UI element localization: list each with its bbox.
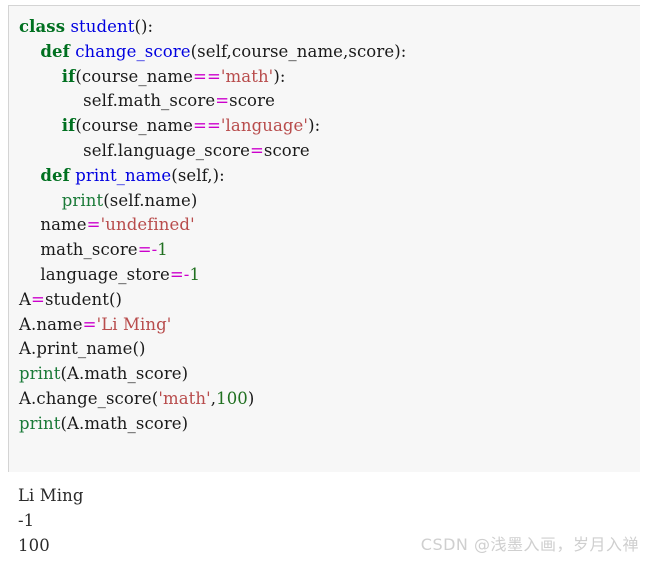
code-token-plain: (course_name: [75, 66, 194, 86]
code-token-function-name: change_score: [75, 41, 191, 61]
code-token-builtin: print: [19, 413, 61, 433]
code-line: A=student(): [19, 288, 640, 313]
code-token-operator: =-: [169, 264, 190, 284]
code-token-plain: ):: [273, 66, 286, 86]
code-line: math_score=-1: [19, 238, 640, 263]
code-token-keyword: def: [40, 165, 70, 185]
code-token-plain: name: [40, 215, 87, 235]
code-token-string: 'math': [220, 66, 274, 86]
code-line: self.math_score=score: [19, 89, 640, 114]
code-token-operator: =: [31, 289, 45, 309]
code-token-plain: ():: [134, 17, 154, 36]
code-token-number: 1: [157, 240, 168, 260]
code-token-operator: =: [215, 91, 230, 111]
code-token-number: 1: [189, 264, 201, 284]
code-token-operator: ==: [193, 116, 221, 136]
code-line: name='undefined': [19, 213, 640, 238]
code-line: class student():: [19, 15, 640, 40]
output-line: -1: [18, 510, 35, 530]
output-lines-container: Li Ming -1 100: [18, 484, 84, 558]
code-line: def change_score(self,course_name,score)…: [19, 40, 640, 65]
code-lines-container: class student(): def change_score(self,c…: [19, 15, 640, 437]
code-token-number: 100: [216, 388, 248, 408]
code-line: self.language_score=score: [19, 139, 640, 164]
code-line: print(A.math_score): [19, 362, 640, 387]
code-line: print(self.name): [19, 189, 640, 214]
code-token-plain: ): [247, 388, 255, 408]
code-token-plain: (A.math_score): [60, 413, 189, 433]
csdn-watermark: CSDN @浅墨入画，岁月入禅: [420, 535, 639, 554]
code-token-plain: ):: [308, 116, 321, 136]
code-line: A.change_score('math',100): [19, 387, 640, 412]
code-token-plain: A.print_name(): [19, 339, 146, 359]
code-token-plain: (course_name: [75, 116, 194, 136]
code-line: A.name='Li Ming': [19, 313, 640, 338]
code-token-keyword: if: [61, 116, 76, 136]
code-line: A.print_name(): [19, 337, 640, 362]
code-token-operator: =: [82, 314, 97, 334]
code-token-plain: A.name: [19, 314, 83, 334]
code-token-plain: (A.math_score): [60, 364, 189, 384]
code-token-plain: self.math_score: [83, 91, 216, 111]
code-token-operator: ==: [193, 66, 221, 86]
code-block: class student(): def change_score(self,c…: [8, 5, 640, 472]
code-line: language_store=-1: [19, 263, 640, 288]
code-token-builtin: print: [19, 364, 61, 384]
code-token-string: 'language': [220, 116, 309, 136]
code-token-plain: self.language_score: [83, 140, 250, 160]
code-token-plain: score: [263, 140, 310, 160]
code-token-string: 'Li Ming': [96, 314, 172, 334]
code-token-plain: (self,course_name,score):: [190, 41, 407, 61]
code-token-keyword: if: [61, 66, 76, 86]
code-token-plain: (self,):: [171, 165, 225, 185]
code-token-function-name: student: [70, 17, 135, 36]
code-token-plain: A.change_score(: [19, 388, 159, 408]
code-token-string: 'undefined': [100, 215, 195, 235]
code-token-operator: =-: [137, 240, 158, 260]
code-token-function-name: print_name: [75, 165, 172, 185]
code-token-plain: score: [229, 91, 275, 111]
code-token-plain: math_score: [40, 240, 138, 260]
code-token-plain: A: [19, 289, 32, 309]
code-line: print(A.math_score): [19, 412, 640, 437]
code-token-plain: (self.name): [103, 190, 198, 210]
output-line: 100: [18, 535, 50, 555]
code-token-string: 'math': [158, 388, 211, 408]
code-token-plain: language_store: [40, 264, 170, 284]
code-token-builtin: print: [61, 190, 104, 210]
code-token-plain: student(): [44, 289, 123, 309]
code-line: if(course_name=='math'):: [19, 65, 640, 90]
code-token-keyword: def: [40, 41, 70, 61]
code-token-operator: =: [86, 215, 101, 235]
code-token-operator: =: [249, 140, 264, 160]
output-line: Li Ming: [18, 486, 84, 505]
code-line: def print_name(self,):: [19, 164, 640, 189]
page-root: class student(): def change_score(self,c…: [0, 0, 647, 567]
code-token-keyword: class: [19, 17, 66, 36]
code-line: if(course_name=='language'):: [19, 114, 640, 139]
